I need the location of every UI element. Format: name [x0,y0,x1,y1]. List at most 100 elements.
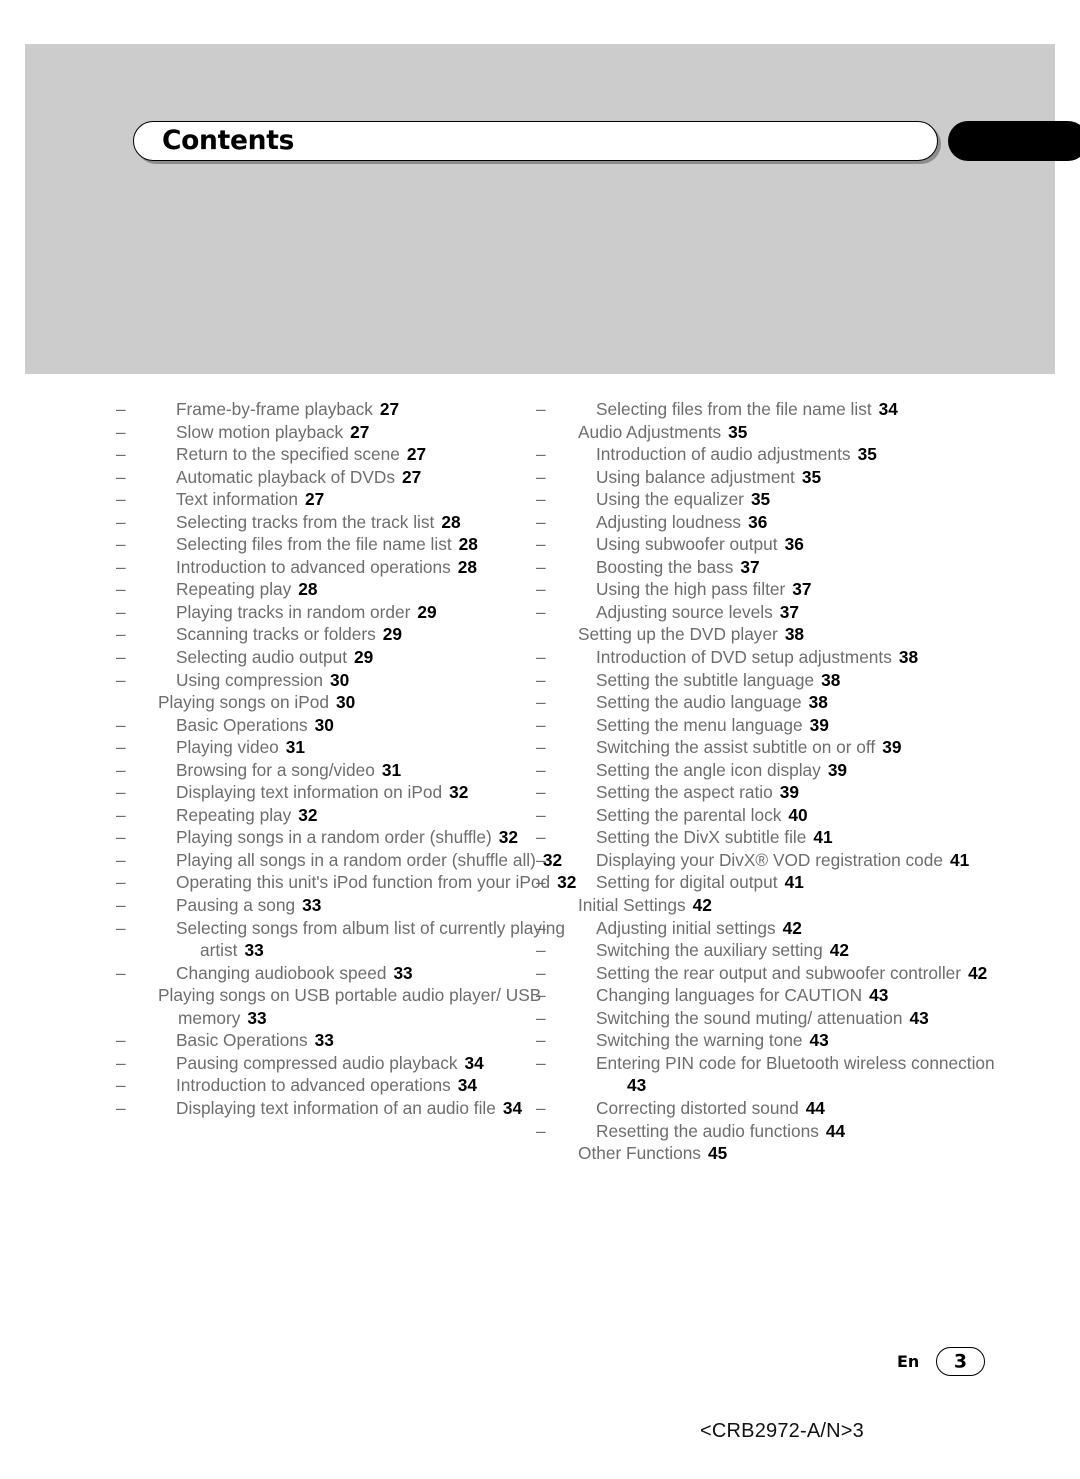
toc-entry[interactable]: – Displaying text information of an audio… [116,1097,578,1120]
toc-entry[interactable]: – Displaying your DivX® VOD registration … [536,849,998,872]
toc-entry[interactable]: – Setting the DivX subtitle file 41 [536,826,998,849]
toc-entry-label: Audio Adjustments [578,421,722,442]
toc-entry[interactable]: – Selecting files from the file name list… [116,533,578,556]
toc-entry[interactable]: – Operating this unit's iPod function fro… [116,871,578,894]
toc-entry[interactable]: – Playing songs in a random order (shuffl… [116,826,578,849]
bullet-dash-icon: – [116,489,126,510]
toc-entry-page: 35 [801,466,822,487]
toc-entry-gap [823,939,830,962]
toc-entry-gap [819,1120,826,1143]
toc-entry[interactable]: – Boosting the bass 37 [536,556,998,579]
toc-entry[interactable]: – Text information 27 [116,488,578,511]
bullet-dash-icon: – [536,647,546,668]
toc-entry-page: 27 [304,489,325,510]
toc-entry[interactable]: – Playing all songs in a random order (sh… [116,849,578,872]
toc-entry[interactable]: – Basic Operations 33 [116,1029,578,1052]
bullet-dash-icon: – [536,985,546,1006]
toc-entry[interactable]: Setting up the DVD player 38 [578,623,998,646]
toc-entry-label: Basic Operations [176,1030,308,1051]
toc-entry[interactable]: – Selecting files from the file name list… [536,398,998,421]
toc-entry-label: Browsing for a song/video [176,759,375,780]
toc-entry[interactable]: – Introduction to advanced operations 34 [116,1074,578,1097]
toc-entry[interactable]: Playing songs on USB portable audio play… [158,984,578,1029]
toc-entry[interactable]: – Introduction of DVD setup adjustments 3… [536,646,998,669]
toc-entry-label: Changing audiobook speed [176,962,387,983]
toc-entry-gap [803,714,810,737]
toc-entry[interactable]: – Correcting distorted sound 44 [536,1097,998,1120]
bullet-dash-icon: – [536,399,546,419]
toc-entry[interactable]: – Adjusting loudness 36 [536,511,998,534]
toc-entry[interactable]: – Selecting songs from album list of curr… [116,917,578,962]
toc-entry[interactable]: – Switching the warning tone 43 [536,1029,998,1052]
toc-entry-label: Switching the sound muting/ attenuation [596,1007,903,1028]
toc-entry-page: 27 [402,466,422,487]
toc-entry[interactable]: – Playing tracks in random order 29 [116,601,578,624]
toc-entry[interactable]: – Setting the angle icon display 39 [536,759,998,782]
toc-entry[interactable]: – Repeating play 28 [116,578,578,601]
toc-entry-gap [778,533,785,556]
toc-entry-page: 28 [298,579,318,600]
toc-entry-label: Basic Operations [176,714,308,735]
toc-entry[interactable]: – Frame-by-frame playback 27 [116,398,578,421]
toc-entry[interactable]: – Browsing for a song/video 31 [116,759,578,782]
toc-entry[interactable]: – Basic Operations 30 [116,714,578,737]
toc-entry[interactable]: – Return to the specified scene 27 [116,443,578,466]
toc-entry-page: 36 [748,511,768,532]
toc-entry-label: Switching the auxiliary setting [596,940,823,961]
toc-entry[interactable]: – Setting the rear output and subwoofer c… [536,962,998,985]
toc-entry[interactable]: – Using the equalizer 35 [536,488,998,511]
toc-entry-gap [799,1097,806,1120]
toc-entry[interactable]: – Repeating play 32 [116,804,578,827]
toc-entry-label: Boosting the bass [596,556,734,577]
toc-entry[interactable]: – Automatic playback of DVDs 27 [116,466,578,489]
toc-entry[interactable]: – Setting the subtitle language 38 [536,669,998,692]
toc-entry[interactable]: – Playing video 31 [116,736,578,759]
toc-entry[interactable]: – Adjusting source levels 37 [536,601,998,624]
toc-entry-gap [701,1142,708,1165]
toc-entry[interactable]: – Introduction of audio adjustments 35 [536,443,998,466]
toc-entry[interactable]: – Selecting tracks from the track list 28 [116,511,578,534]
toc-entry[interactable]: – Changing audiobook speed 33 [116,962,578,985]
bullet-dash-icon: – [116,1097,126,1118]
toc-entry[interactable]: Playing songs on iPod 30 [158,691,578,714]
toc-entry[interactable]: – Selecting audio output 29 [116,646,578,669]
toc-entry-label: Scanning tracks or folders [176,624,376,645]
toc-entry-page: 38 [784,624,805,645]
toc-entry[interactable]: – Resetting the audio functions 44 [536,1120,998,1143]
toc-entry[interactable]: Audio Adjustments 35 [578,421,998,444]
toc-entry[interactable]: – Slow motion playback 27 [116,421,578,444]
toc-entry-page: 42 [829,940,849,961]
toc-entry[interactable]: – Using balance adjustment 35 [536,466,998,489]
toc-entry-label: Adjusting initial settings [596,917,776,938]
toc-entry[interactable]: – Switching the assist subtitle on or off… [536,736,998,759]
toc-entry[interactable]: – Scanning tracks or folders 29 [116,623,578,646]
toc-entry[interactable]: – Using the high pass filter 37 [536,578,998,601]
toc-entry[interactable]: – Using subwoofer output 36 [536,533,998,556]
toc-entry-page: 45 [707,1143,728,1164]
toc-entry[interactable]: Other Functions 45 [578,1142,998,1165]
toc-entry-gap [492,826,499,849]
toc-entry[interactable]: – Setting the menu language 39 [536,714,998,737]
toc-entry[interactable]: – Setting for digital output 41 [536,871,998,894]
toc-entry[interactable]: – Setting the parental lock 40 [536,804,998,827]
toc-entry[interactable]: – Using compression 30 [116,669,578,692]
toc-entry-page: 33 [302,895,322,916]
toc-entry-label: Operating this unit's iPod function from… [176,872,551,893]
toc-entry[interactable]: – Switching the auxiliary setting 42 [536,939,998,962]
toc-entry-gap [375,759,382,782]
toc-entry[interactable]: – Changing languages for CAUTION 43 [536,984,998,1007]
toc-entry[interactable]: – Pausing a song 33 [116,894,578,917]
toc-entry[interactable]: – Setting the audio language 38 [536,691,998,714]
toc-entry[interactable]: Initial Settings 42 [578,894,998,917]
toc-entry[interactable]: – Adjusting initial settings 42 [536,917,998,940]
bullet-dash-icon: – [536,669,546,690]
toc-entry[interactable]: – Entering PIN code for Bluetooth wireles… [536,1052,998,1097]
toc-entry[interactable]: – Setting the aspect ratio 39 [536,781,998,804]
page-title-pill: Contents [133,121,938,161]
toc-entry[interactable]: – Pausing compressed audio playback 34 [116,1052,578,1075]
bullet-dash-icon: – [536,872,546,893]
toc-entry[interactable]: – Introduction to advanced operations 28 [116,556,578,579]
toc-entry[interactable]: – Switching the sound muting/ attenuation… [536,1007,998,1030]
toc-entry-page: 40 [788,804,808,825]
toc-entry[interactable]: – Displaying text information on iPod 32 [116,781,578,804]
